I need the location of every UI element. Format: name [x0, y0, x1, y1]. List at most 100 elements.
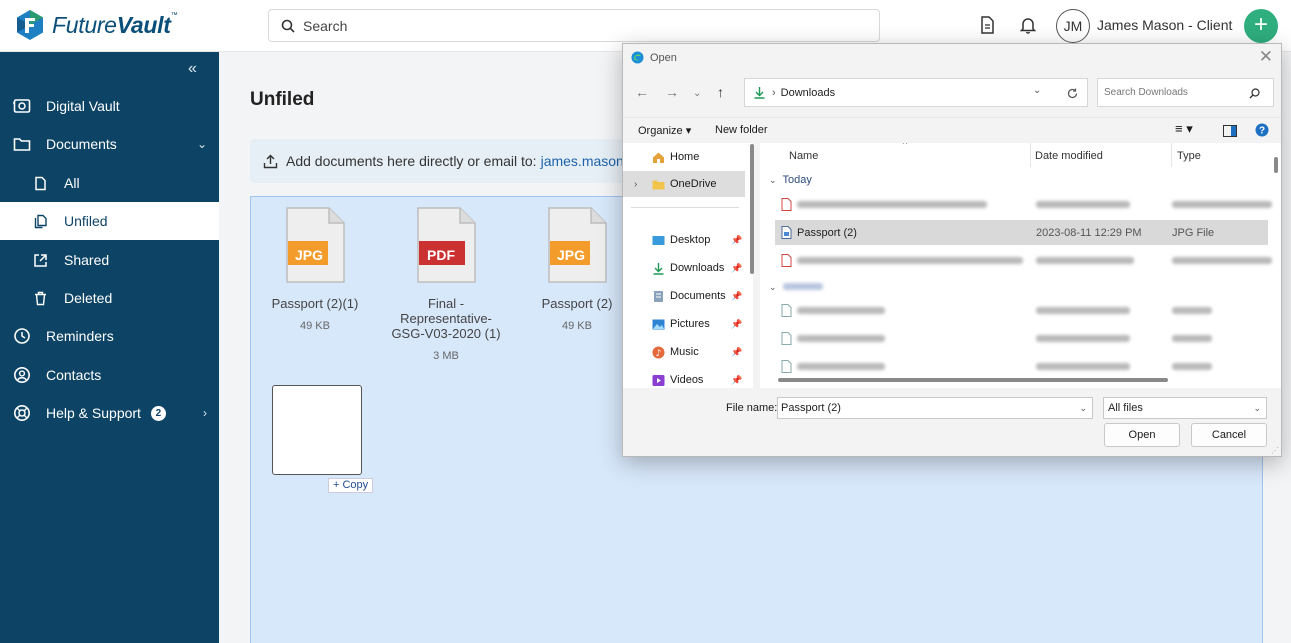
- scrollbar[interactable]: [778, 378, 1168, 382]
- upload-icon: [263, 154, 278, 168]
- file-name-input[interactable]: Passport (2) ⌄: [777, 397, 1093, 419]
- sidebar-item-unfiled[interactable]: Unfiled: [0, 202, 219, 240]
- column-header-date[interactable]: Date modified: [1035, 150, 1103, 162]
- file-type-value: All files: [1108, 402, 1143, 414]
- column-header-type[interactable]: Type: [1177, 150, 1201, 162]
- file-item[interactable]: JPG Passport (2) 49 KB: [528, 207, 626, 332]
- pin-icon[interactable]: 📌: [731, 235, 742, 246]
- file-item[interactable]: JPG Passport (2)(1) 49 KB: [266, 207, 364, 332]
- search-downloads-input[interactable]: Search Downloads: [1097, 78, 1274, 107]
- up-arrow-icon[interactable]: ↑: [717, 84, 724, 100]
- nav-item-pictures[interactable]: Pictures 📌: [623, 311, 745, 337]
- recent-locations-icon[interactable]: ⌄: [693, 88, 701, 99]
- open-button[interactable]: Open: [1104, 423, 1180, 447]
- file-row[interactable]: [775, 298, 1268, 323]
- copy-drop-tooltip: + Copy: [328, 478, 374, 493]
- file-row[interactable]: [775, 354, 1268, 379]
- sidebar-item-help-support[interactable]: Help & Support 2 ›: [0, 394, 219, 432]
- nav-item-label: Videos: [670, 374, 704, 386]
- scrollbar[interactable]: [750, 144, 754, 274]
- nav-item-music[interactable]: ♪ Music 📌: [623, 339, 745, 365]
- preview-pane-icon[interactable]: [1223, 125, 1237, 137]
- redacted-text: [797, 257, 1023, 264]
- search-input[interactable]: Search: [268, 9, 880, 42]
- bell-icon[interactable]: [1018, 15, 1038, 35]
- help-icon[interactable]: ?: [1255, 123, 1269, 137]
- chevron-right-icon[interactable]: ›: [203, 406, 207, 420]
- file-type-select[interactable]: All files ⌄: [1103, 397, 1267, 419]
- file-row[interactable]: [775, 326, 1268, 351]
- file-row[interactable]: [775, 192, 1272, 217]
- chevron-down-icon[interactable]: ⌄: [1079, 398, 1087, 418]
- divider: [631, 207, 739, 208]
- sidebar: « Digital Vault Documents ⌄ All Unfiled …: [0, 52, 219, 643]
- support-icon: [14, 405, 30, 421]
- futurevault-logo-icon: [17, 10, 43, 40]
- file-row[interactable]: [775, 248, 1272, 273]
- pin-icon[interactable]: 📌: [731, 347, 742, 358]
- file-size: 49 KB: [300, 320, 330, 332]
- sidebar-item-documents[interactable]: Documents ⌄: [0, 125, 219, 163]
- sidebar-item-label: Documents: [46, 136, 117, 152]
- futurevault-logo[interactable]: FutureVault™: [14, 9, 178, 41]
- sidebar-item-contacts[interactable]: Contacts: [0, 356, 219, 394]
- scrollbar[interactable]: [1274, 157, 1278, 173]
- new-folder-button[interactable]: New folder: [715, 124, 768, 136]
- redacted-text: [1172, 257, 1272, 264]
- close-icon[interactable]: ✕: [1259, 47, 1273, 67]
- file-row-selected[interactable]: Passport (2) 2023-08-11 12:29 PM JPG Fil…: [775, 220, 1268, 245]
- redacted-text: [1036, 335, 1130, 342]
- dialog-toolbar: Organize ▾ New folder ≡ ▾ ?: [623, 117, 1281, 143]
- chevron-down-icon[interactable]: ⌄: [197, 137, 207, 151]
- expand-chevron-icon[interactable]: ›: [634, 179, 637, 190]
- cancel-button[interactable]: Cancel: [1191, 423, 1267, 447]
- pdf-file-icon: [781, 198, 792, 211]
- pin-icon[interactable]: 📌: [731, 291, 742, 302]
- pin-icon[interactable]: 📌: [731, 319, 742, 330]
- chevron-down-icon[interactable]: ⌄: [1033, 85, 1041, 96]
- refresh-icon[interactable]: [1066, 87, 1079, 100]
- nav-item-onedrive[interactable]: › OneDrive: [623, 171, 745, 197]
- redacted-text: [1036, 307, 1130, 314]
- collapse-sidebar-icon[interactable]: «: [188, 60, 197, 78]
- file-item[interactable]: PDF Final - Representative-GSG-V03-2020 …: [386, 207, 506, 362]
- nav-item-home[interactable]: Home: [623, 144, 745, 170]
- column-header-name[interactable]: Name: [789, 150, 818, 162]
- nav-item-downloads[interactable]: Downloads 📌: [623, 255, 745, 281]
- organize-button[interactable]: Organize ▾: [638, 124, 691, 137]
- nav-item-desktop[interactable]: Desktop 📌: [623, 227, 745, 253]
- group-header-today[interactable]: ⌄ Today: [769, 174, 812, 186]
- upload-email-link[interactable]: james.mason.: [541, 153, 628, 169]
- file-name: Passport (2): [797, 227, 857, 239]
- nav-item-label: Desktop: [670, 234, 711, 246]
- avatar[interactable]: JM: [1056, 9, 1090, 43]
- user-name[interactable]: James Mason - Client: [1097, 17, 1232, 33]
- pin-icon[interactable]: 📌: [731, 375, 742, 386]
- forward-arrow-icon[interactable]: →: [665, 84, 679, 100]
- breadcrumb[interactable]: Downloads: [781, 87, 835, 99]
- nav-item-videos[interactable]: Videos 📌: [623, 367, 745, 393]
- sidebar-item-all[interactable]: All: [0, 164, 219, 202]
- address-bar[interactable]: › Downloads ⌄: [744, 78, 1088, 107]
- group-header[interactable]: ⌄: [769, 281, 823, 293]
- sidebar-item-shared[interactable]: Shared: [0, 241, 219, 279]
- sidebar-item-reminders[interactable]: Reminders: [0, 317, 219, 355]
- nav-item-label: Home: [670, 151, 700, 163]
- upload-bar[interactable]: Add documents here directly or email to:…: [250, 139, 650, 183]
- nav-item-documents[interactable]: Documents 📌: [623, 283, 745, 309]
- back-arrow-icon[interactable]: ←: [635, 84, 649, 100]
- sort-arrow-icon: ^: [903, 143, 908, 149]
- sidebar-item-deleted[interactable]: Deleted: [0, 279, 219, 317]
- redacted-text: [1036, 201, 1130, 208]
- resize-grip-icon[interactable]: ⋰: [1271, 446, 1279, 455]
- document-icon[interactable]: [977, 15, 997, 35]
- notification-badge: 2: [150, 405, 166, 421]
- sidebar-item-digital-vault[interactable]: Digital Vault: [0, 87, 219, 125]
- file-type: JPG File: [1172, 227, 1215, 239]
- add-button[interactable]: +: [1244, 9, 1278, 43]
- view-options-icon[interactable]: ≡ ▾: [1175, 121, 1193, 137]
- group-label: Today: [782, 174, 812, 186]
- edge-browser-icon: [631, 51, 644, 64]
- clock-icon: [14, 328, 30, 344]
- pin-icon[interactable]: 📌: [731, 263, 742, 274]
